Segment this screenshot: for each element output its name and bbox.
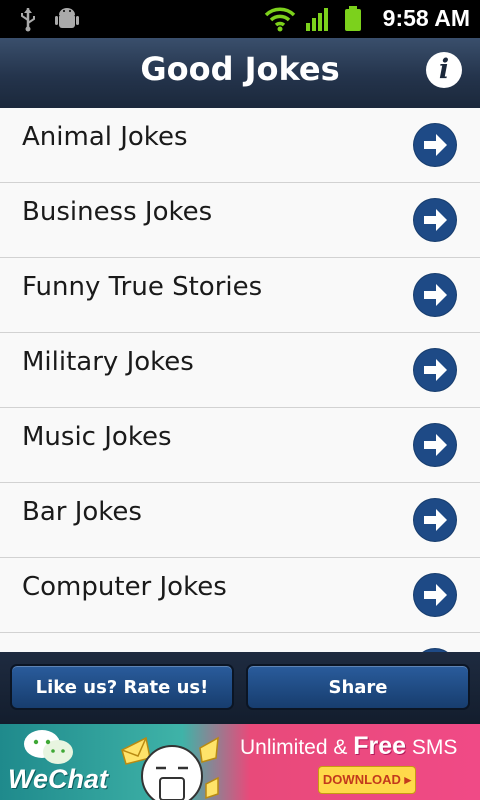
info-icon: i: [438, 54, 450, 85]
list-item-business-jokes[interactable]: Business Jokes: [0, 183, 480, 258]
arrow-right-icon[interactable]: [412, 572, 458, 618]
list-item-computer-jokes[interactable]: Computer Jokes: [0, 558, 480, 633]
arrow-right-icon[interactable]: [412, 272, 458, 318]
mascot-icon: [121, 736, 219, 800]
list-item-label: Music Jokes: [22, 422, 172, 452]
list-item-label: Military Jokes: [22, 347, 194, 377]
list-item-bar-jokes[interactable]: Bar Jokes: [0, 483, 480, 558]
battery-icon: [345, 6, 361, 31]
ad-banner[interactable]: WeChat Unlimited & Free SMS DOWNLOAD ▸: [0, 724, 480, 800]
info-button[interactable]: i: [426, 52, 462, 88]
usb-icon: [21, 8, 35, 32]
arrow-right-icon[interactable]: [412, 197, 458, 243]
ad-download-label: DOWNLOAD: [322, 772, 401, 787]
wechat-logo-icon: [24, 730, 73, 764]
signal-icon: [306, 8, 328, 31]
list-item-music-jokes[interactable]: Music Jokes: [0, 408, 480, 483]
title-bar: Good Jokes i: [0, 38, 480, 110]
category-list[interactable]: Animal Jokes Business Jokes Funny True S…: [0, 108, 480, 652]
ad-headline-unlimited: Unlimited &: [240, 736, 348, 759]
ad-brand: WeChat: [8, 764, 109, 794]
page-title: Good Jokes: [140, 50, 340, 88]
share-button[interactable]: Share: [246, 664, 470, 710]
ad-headline-free: Free: [353, 732, 407, 760]
list-item-label: Bar Jokes: [22, 497, 142, 527]
list-item-label: Computer Jokes: [22, 572, 227, 602]
wifi-icon: [264, 7, 296, 32]
arrow-right-icon[interactable]: [412, 497, 458, 543]
list-item-military-jokes[interactable]: Military Jokes: [0, 333, 480, 408]
list-item-label: Funny True Stories: [22, 272, 263, 302]
arrow-right-icon[interactable]: [412, 347, 458, 393]
android-debug-icon: [55, 8, 79, 28]
caret-right-icon: ▸: [404, 772, 412, 787]
arrow-right-icon[interactable]: [412, 422, 458, 468]
clock: 9:58 AM: [382, 5, 470, 31]
action-bar: Like us? Rate us! Share: [0, 652, 480, 724]
list-item-partial[interactable]: [0, 633, 480, 652]
list-item-funny-true-stories[interactable]: Funny True Stories: [0, 258, 480, 333]
ad-headline-sms: SMS: [411, 736, 458, 759]
rate-us-button[interactable]: Like us? Rate us!: [10, 664, 234, 710]
ad-download-button[interactable]: DOWNLOAD ▸: [318, 766, 416, 794]
list-item-label: Business Jokes: [22, 197, 213, 227]
ad-headline: Unlimited & Free SMS: [240, 732, 457, 761]
list-item-label: Animal Jokes: [22, 122, 188, 152]
arrow-right-icon[interactable]: [412, 122, 458, 168]
status-bar: 9:58 AM: [0, 0, 480, 38]
list-item-animal-jokes[interactable]: Animal Jokes: [0, 108, 480, 183]
